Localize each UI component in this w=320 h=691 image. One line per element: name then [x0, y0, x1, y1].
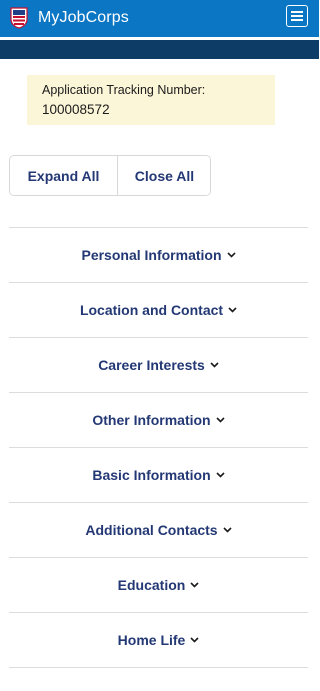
chevron-down-icon [223, 527, 232, 533]
section-basic-information[interactable]: Basic Information [9, 447, 308, 502]
chevron-down-icon [228, 307, 237, 313]
expand-collapse-group: Expand All Close All [9, 155, 211, 196]
close-all-button[interactable]: Close All [118, 156, 210, 195]
section-home-life[interactable]: Home Life [9, 612, 308, 668]
section-label: Education [117, 577, 186, 593]
top-app-bar: MyJobCorps [0, 0, 319, 37]
chevron-down-icon [226, 252, 236, 258]
section-location-and-contact[interactable]: Location and Contact [9, 282, 308, 337]
chevron-down-icon [216, 472, 225, 478]
tracking-number: 100008572 [42, 102, 110, 117]
hamburger-menu-icon[interactable] [286, 5, 308, 27]
app-title[interactable]: MyJobCorps [38, 9, 129, 27]
chevron-down-icon [210, 362, 219, 368]
section-label: Personal Information [81, 247, 222, 263]
section-additional-contacts[interactable]: Additional Contacts [9, 502, 308, 557]
section-label: Career Interests [98, 357, 205, 373]
section-label: Basic Information [92, 467, 211, 483]
chevron-down-icon [216, 417, 225, 423]
section-career-interests[interactable]: Career Interests [9, 337, 308, 392]
chevron-down-icon [190, 637, 199, 643]
shield-flag-logo-icon [10, 7, 28, 29]
expand-all-button[interactable]: Expand All [10, 156, 118, 195]
section-label: Additional Contacts [85, 522, 218, 538]
section-education[interactable]: Education [9, 557, 308, 612]
section-other-information[interactable]: Other Information [9, 392, 308, 447]
section-label: Home Life [117, 632, 186, 648]
navy-band [0, 40, 319, 59]
tracking-label: Application Tracking Number: [42, 83, 206, 97]
section-personal-information[interactable]: Personal Information [9, 227, 308, 282]
application-sections: Personal Information Location and Contac… [9, 227, 308, 668]
section-label: Location and Contact [79, 302, 224, 318]
chevron-down-icon [190, 582, 199, 588]
tracking-number-box: Application Tracking Number: 100008572 [27, 75, 275, 125]
section-label: Other Information [92, 412, 211, 428]
